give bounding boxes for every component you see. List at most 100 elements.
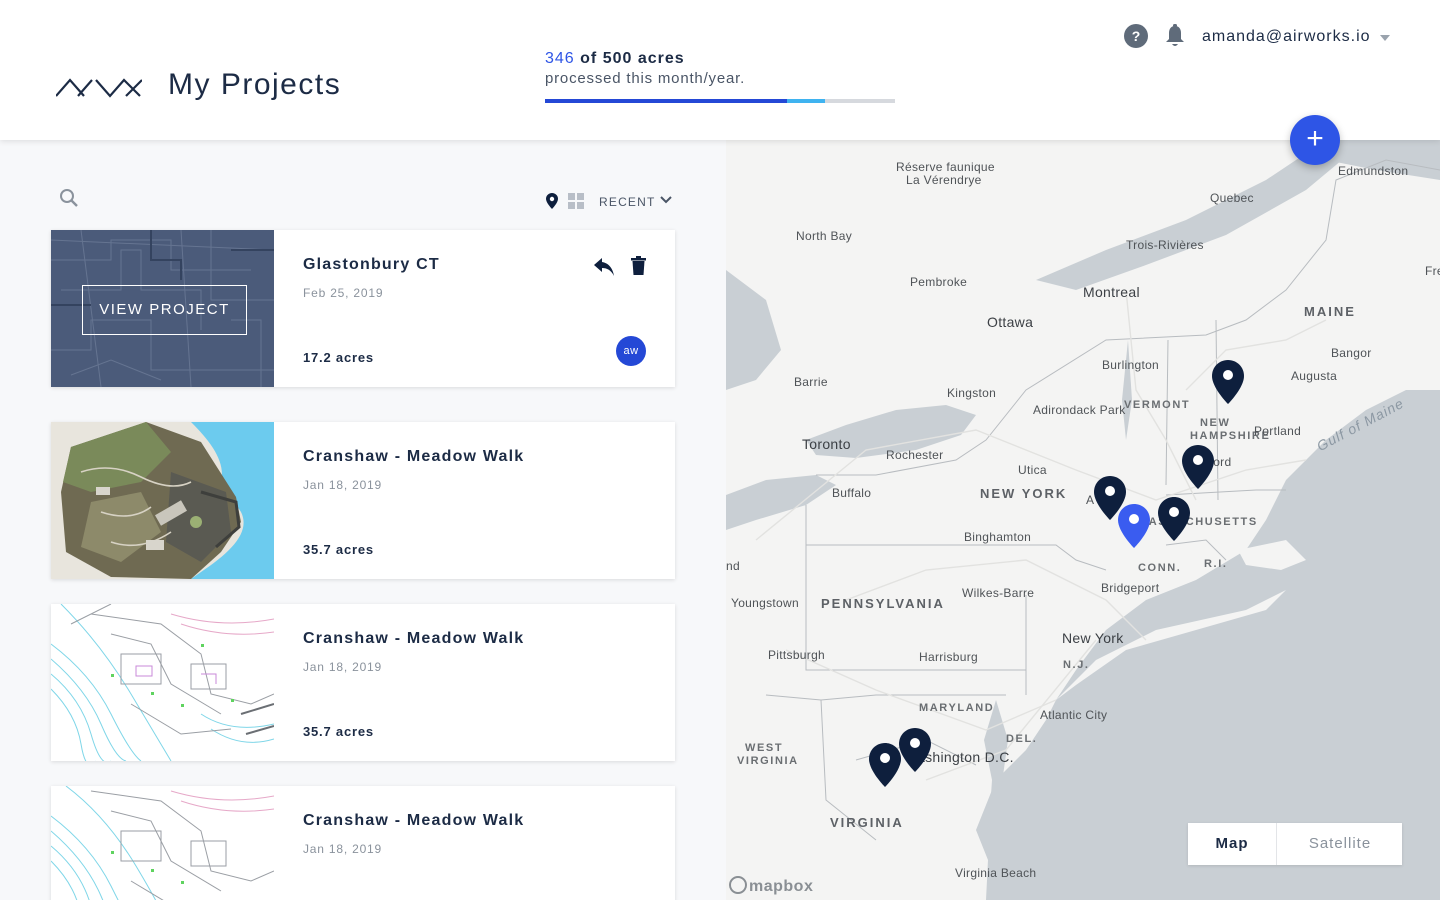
project-date: Feb 25, 2019 [303,286,384,300]
help-icon[interactable]: ? [1124,24,1148,48]
project-map-pin-selected[interactable] [1118,504,1150,548]
project-card[interactable]: Cranshaw - Meadow Walk Jan 18, 2019 35.7… [51,422,675,579]
project-date: Jan 18, 2019 [303,660,382,674]
app-header: My Projects 346 of 500 acres processed t… [0,0,1440,140]
map-label: WEST [745,742,784,754]
map-style-map-button[interactable]: Map [1188,823,1277,865]
map-label: VERMONT [1124,399,1191,411]
search-icon[interactable] [59,188,79,208]
usage-progress-bar [545,99,895,103]
project-map-pin[interactable] [869,743,901,787]
trash-icon[interactable] [631,256,646,275]
mapbox-attribution-text: mapbox [749,878,814,895]
project-map[interactable]: Réserve faunique La Vérendrye Edmundston… [726,140,1440,900]
airworks-logo[interactable] [56,76,142,98]
map-style-toggle: Map Satellite [1188,823,1402,865]
map-label: Réserve faunique [896,160,995,174]
map-label: La Vérendrye [906,173,982,187]
map-label: NEW YORK [980,486,1068,501]
map-label: Pittsburgh [768,648,826,662]
usage-caption: processed this month/year. [545,70,746,87]
usage-progress-fill [545,99,787,103]
map-label: MASSACHUSETTS [1138,516,1258,528]
map-label: R.I. [1204,558,1228,570]
map-label: VIRGINIA [830,815,904,830]
project-map-pin[interactable] [899,728,931,772]
project-list-panel: RECENT VIEW PROJECT Glastonbury CT Feb 2… [0,140,726,900]
project-thumbnail [51,422,274,579]
project-name: Glastonbury CT [303,256,440,273]
map-label: Buffalo [832,486,872,500]
map-label: Ottawa [987,314,1034,330]
map-label: North Bay [796,229,853,243]
map-label: nd [726,559,740,573]
project-card[interactable]: VIEW PROJECT Glastonbury CT Feb 25, 2019… [51,230,675,387]
usage-meter: 346 of 500 acres processed this month/ye… [545,50,895,103]
map-label: Barrie [794,375,828,389]
grid-view-icon[interactable] [568,193,584,209]
sort-dropdown[interactable]: RECENT [599,195,656,209]
map-label: DEL. [1006,733,1038,745]
map-label: Burlington [1102,358,1160,372]
map-label: Kingston [947,386,997,400]
map-label: Pembroke [910,275,968,289]
project-thumbnail: VIEW PROJECT [51,230,274,387]
map-label: VIRGINIA [737,755,799,767]
map-label: Trois-Rivières [1126,238,1204,252]
map-label: Binghamton [964,530,1032,544]
usage-progress-extra [787,99,825,103]
map-label: CONN. [1138,562,1182,574]
project-name: Cranshaw - Meadow Walk [303,630,525,647]
project-map-pin[interactable] [1212,360,1244,404]
share-icon[interactable] [594,258,614,276]
map-label: PENNSYLVANIA [821,596,945,611]
map-label: Augusta [1291,369,1338,383]
map-basemap [726,140,1440,900]
map-pin-view-icon[interactable] [546,193,558,209]
project-acres: 35.7 acres [303,724,374,739]
map-label: New York [1062,630,1124,646]
map-label: Atlantic City [1040,708,1108,722]
chevron-down-icon[interactable] [1380,35,1390,41]
map-label: N.J. [1063,659,1090,671]
project-name: Cranshaw - Meadow Walk [303,812,525,829]
mapbox-attribution[interactable]: mapbox [729,876,813,896]
map-label: Rochester [886,448,944,462]
page-title: My Projects [168,68,342,101]
map-label: Fre [1425,264,1440,278]
project-acres: 35.7 acres [303,542,374,557]
map-label: Toronto [802,436,851,452]
add-project-button[interactable]: + [1290,115,1340,165]
map-label: Wilkes-Barre [962,586,1035,600]
usage-limit: of 500 acres [580,50,685,67]
map-label: Edmundston [1338,164,1409,178]
map-label: Utica [1018,463,1047,477]
map-label: MARYLAND [919,702,995,714]
project-thumbnail [51,604,274,761]
project-thumbnail [51,786,274,900]
owner-avatar: aw [616,336,646,366]
project-card[interactable]: Cranshaw - Meadow Walk Jan 18, 2019 35.7… [51,604,675,761]
map-label: Portland [1254,424,1302,438]
user-menu[interactable]: amanda@airworks.io [1202,28,1371,46]
project-name: Cranshaw - Meadow Walk [303,448,525,465]
notification-bell-icon[interactable] [1164,24,1186,48]
map-style-satellite-button[interactable]: Satellite [1278,823,1402,865]
mapbox-logo-icon [729,876,747,894]
map-label: MAINE [1304,304,1356,319]
map-label: Harrisburg [919,650,979,664]
project-date: Jan 18, 2019 [303,478,382,492]
map-label: Bangor [1331,346,1372,360]
map-label: Bridgeport [1101,581,1160,595]
project-date: Jan 18, 2019 [303,842,382,856]
map-label: NEW [1200,417,1231,429]
project-map-pin[interactable] [1158,497,1190,541]
usage-processed: 346 [545,50,575,67]
map-label: Quebec [1210,191,1254,205]
map-label: Montreal [1083,284,1140,300]
project-card[interactable]: Cranshaw - Meadow Walk Jan 18, 2019 [51,786,675,900]
project-acres: 17.2 acres [303,350,374,365]
chevron-down-icon[interactable] [660,196,672,204]
view-project-button[interactable]: VIEW PROJECT [82,285,247,335]
project-map-pin[interactable] [1182,445,1214,489]
